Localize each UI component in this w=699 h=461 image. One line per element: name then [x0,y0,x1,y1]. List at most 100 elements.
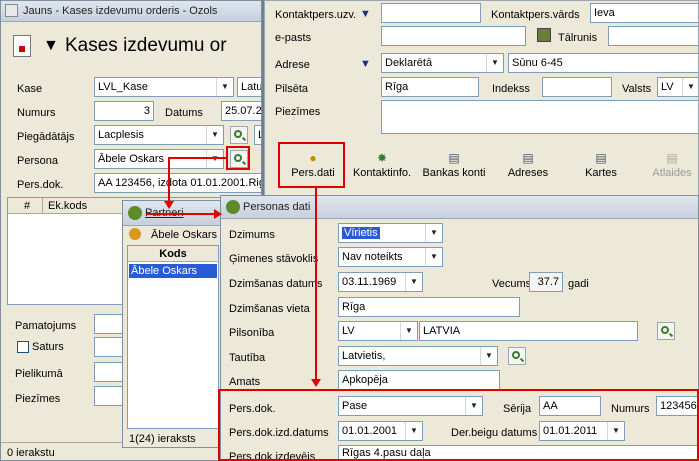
pilseta-field[interactable]: Rīga [381,77,479,97]
pilsoniba-name-field: LATVIA [419,321,638,341]
epasts-field[interactable] [381,26,526,46]
page-title: Kases izdevumu or [65,35,227,56]
kontaktinfo-button[interactable]: ✸ Kontaktinfo. [349,149,415,183]
izdevejs-label: Pers.dok.izdevējs [229,451,316,461]
tautiba-select[interactable]: Latvietis, ▼ [338,346,498,366]
discount-icon: ▤ [666,151,678,165]
kase-currency-field[interactable]: Latu [237,77,261,97]
pers-dati-button[interactable]: ● Pers.dati [280,149,346,183]
izdevejs-field[interactable]: Rīgas 4.pasu daļa [338,445,698,460]
connector-line [168,157,228,159]
pers-dok-select[interactable]: Pase ▼ [338,396,483,416]
serija-field[interactable]: AA [539,396,601,416]
gimenes-label: Ģimenes stāvoklis [229,253,319,265]
personas-dati-title: Personas dati [243,201,311,213]
atlaides-button[interactable]: ▤ Atlaides [639,149,698,183]
pilsoniba-lookup-icon[interactable] [657,322,675,340]
personas-dati-window-icon [226,200,240,214]
chevron-down-icon[interactable]: ▼ [405,422,422,440]
kontaktpers-uzv-field[interactable] [381,3,481,23]
kase-label: Kase [17,83,43,95]
numurs-label: Numurs [611,403,650,415]
list-item[interactable]: Ābele Oskars [129,264,217,278]
izd-datums-field[interactable]: 01.01.2001 ▼ [338,421,423,441]
numurs-field[interactable]: 123456 [656,396,698,416]
chevron-down-icon[interactable]: ▼ [607,422,624,440]
document-icon [13,35,31,57]
adrese-field[interactable]: Sūnu 6-45 [508,53,698,73]
gimenes-select[interactable]: Nav noteikts ▼ [338,247,443,267]
adreses-button[interactable]: ▤ Adreses [495,149,561,183]
piegadatajs-select[interactable]: Lacplesis ▼ [94,125,224,145]
grid-col-num[interactable]: # [24,199,30,213]
dzimsanas-vieta-field[interactable]: Rīga [338,297,520,317]
adrese-type-select[interactable]: Deklarētā ▼ [381,53,504,73]
chevron-down-icon[interactable]: ▼ [465,397,482,415]
piegadatajs-lookup-icon[interactable] [230,126,248,144]
persdok-field[interactable]: AA 123456, izdota 01.01.2001.Riga [94,173,261,193]
kartes-button[interactable]: ▤ Kartes [568,149,634,183]
partneri-search-text[interactable]: Ābele Oskars [151,228,217,242]
bankas-konti-button[interactable]: ▤ Bankas konti [421,149,487,183]
piegadatajs-extra-field[interactable]: L [254,125,261,145]
main-title-bar[interactable]: Jauns - Kases izdevumu orderis - Ozols [1,1,261,22]
persdok-label: Pers.dok. [17,179,64,191]
chevron-down-icon[interactable]: ▼ [480,347,497,365]
pielikuma-field[interactable] [94,362,124,382]
chevron-down-icon[interactable]: ▼ [486,54,503,72]
talrunis-field[interactable] [608,26,698,46]
vecums-unit: gadi [568,278,589,290]
personas-dati-title-bar[interactable]: Personas dati [221,196,698,219]
pielikuma-label: Pielikumā [15,368,63,380]
connector-line [146,213,216,215]
kontaktpers-vards-label: Kontaktpers.vārds [491,9,580,21]
piezimes-field[interactable] [94,386,124,406]
chevron-down-icon[interactable]: ▼ [206,150,223,168]
grid-col-ekkods[interactable]: Ek.kods [48,199,87,213]
pamatojums-field[interactable] [94,314,124,334]
piegadatajs-label: Piegādātājs [17,131,75,143]
dzimsanas-datums-field[interactable]: 03.11.1969 ▼ [338,272,423,292]
persona-lookup-icon[interactable] [230,150,248,168]
saturs-checkbox[interactable] [17,341,29,353]
chevron-down-icon[interactable]: ▼ [405,273,422,291]
persona-select[interactable]: Ābele Oskars▼ [94,149,224,169]
kontaktpers-vards-field[interactable]: Ieva [590,3,698,23]
chevron-down-icon[interactable]: ▼ [682,78,698,96]
col-kods[interactable]: Kods [159,248,187,260]
person-icon: ● [309,151,317,165]
der-beigu-field[interactable]: 01.01.2011 ▼ [539,421,625,441]
person-icon [129,228,141,240]
grid-divider [42,198,43,214]
chevron-down-icon[interactable]: ▼ [400,322,417,340]
valsts-select[interactable]: LV ▼ [657,77,698,97]
partneri-list[interactable]: Kods Ābele Oskars [127,245,219,429]
kase-select[interactable]: LVL_Kase ▼ [94,77,234,97]
chevron-down-icon[interactable]: ▼ [216,78,233,96]
cards-icon: ▤ [595,151,607,165]
partneri-status-text: 1(24) ieraksts [129,433,196,445]
arrow-right-icon [214,209,222,219]
saturs-field[interactable] [94,337,124,357]
connector-line [315,188,317,381]
arrow-down-icon: ▼ [360,8,371,20]
heading-chevron-icon[interactable]: ▼ [43,35,59,57]
pilsoniba-label: Pilsonība [229,327,275,339]
chevron-down-icon[interactable]: ▼ [206,126,223,144]
list-icon: ▤ [522,151,534,165]
vecums-label: Vecums [492,278,532,290]
indekss-field[interactable] [542,77,612,97]
datums-field[interactable]: 25.07.20 [221,101,261,121]
tautiba-lookup-icon[interactable] [508,347,526,365]
pilsoniba-select[interactable]: LV ▼ [338,321,418,341]
numurs-field[interactable]: 3 [94,101,154,121]
pilseta-label: Pilsēta [275,83,309,95]
chevron-down-icon[interactable]: ▼ [425,248,442,266]
contact-piezimes-field[interactable] [381,100,698,134]
izd-datums-label: Pers.dok.izd.datums [229,427,329,439]
amats-field[interactable]: Apkopēja [338,370,500,390]
persona-label: Persona [17,155,58,167]
chevron-down-icon[interactable]: ▼ [425,224,442,242]
dzimums-select[interactable]: Vīrietis ▼ [338,223,443,243]
vecums-field: 37.7 [529,272,563,292]
